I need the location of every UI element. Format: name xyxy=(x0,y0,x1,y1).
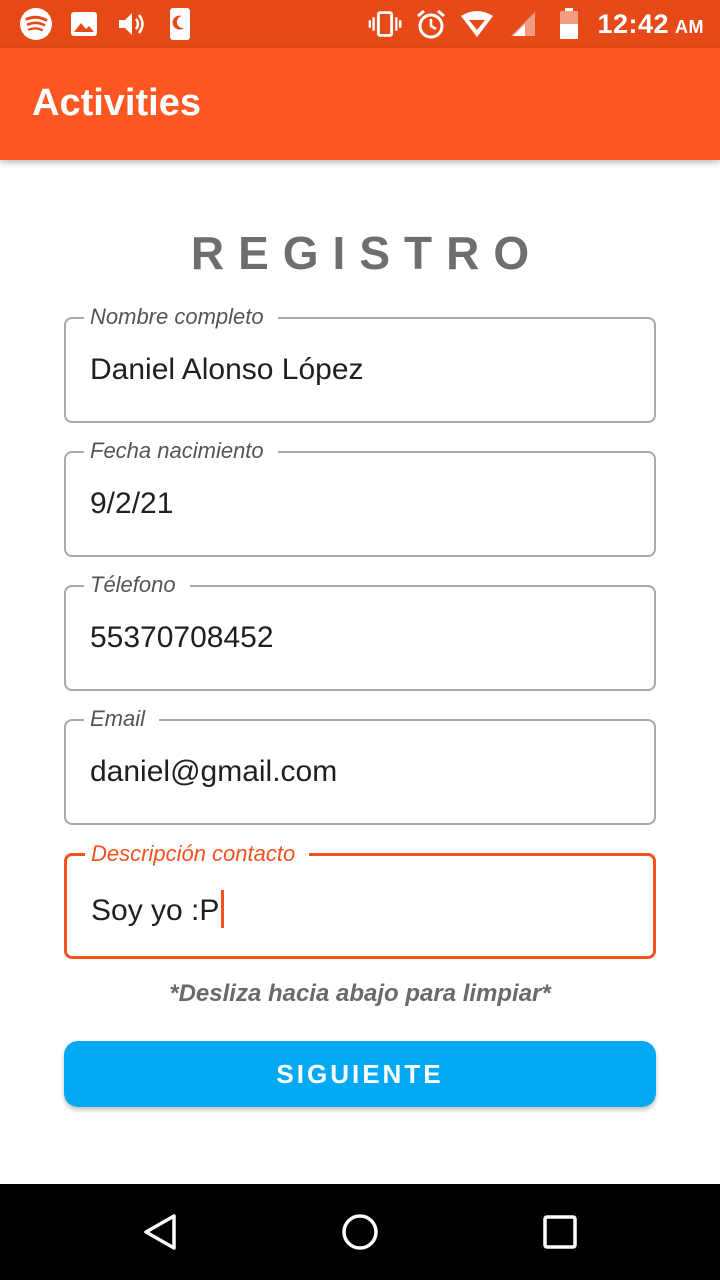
recents-icon[interactable] xyxy=(538,1210,582,1254)
text-cursor xyxy=(221,890,225,928)
status-time: 12:42 AM xyxy=(597,8,704,39)
vibrate-icon xyxy=(367,6,403,42)
navigation-bar xyxy=(0,1184,720,1280)
next-button[interactable]: SIGUIENTE xyxy=(64,1041,656,1107)
phone-field[interactable]: Télefono 55370708452 xyxy=(64,572,656,691)
contact-description-input[interactable]: Soy yo :P xyxy=(91,890,225,928)
email-label: Email xyxy=(84,706,160,732)
email-value[interactable]: daniel@gmail.com xyxy=(90,755,337,789)
signal-icon xyxy=(505,6,541,42)
home-icon[interactable] xyxy=(338,1210,382,1254)
app-title: Activities xyxy=(32,82,201,124)
night-mode-icon xyxy=(162,6,198,42)
alarm-icon xyxy=(413,6,449,42)
wifi-icon xyxy=(459,6,495,42)
full-name-value[interactable]: Daniel Alonso López xyxy=(90,353,364,387)
swipe-hint: *Desliza hacia abajo para limpiar* xyxy=(169,980,551,1007)
back-icon[interactable] xyxy=(138,1210,182,1254)
email-field[interactable]: Email daniel@gmail.com xyxy=(64,706,656,825)
form-title: REGISTRO xyxy=(190,227,544,279)
full-name-field[interactable]: Nombre completo Daniel Alonso López xyxy=(64,304,656,423)
birth-date-label: Fecha nacimiento xyxy=(84,438,278,464)
contact-description-value: Soy yo :P xyxy=(91,894,220,927)
phone-label: Télefono xyxy=(84,572,190,598)
app-bar: Activities xyxy=(0,48,720,160)
volume-icon xyxy=(114,6,150,42)
phone-value[interactable]: 55370708452 xyxy=(90,621,274,655)
status-bar-notifications xyxy=(18,6,198,42)
status-bar: 12:42 AM xyxy=(0,0,720,48)
image-icon xyxy=(66,6,102,42)
full-name-label: Nombre completo xyxy=(84,304,278,330)
status-bar-system: 12:42 AM xyxy=(367,6,704,42)
birth-date-value[interactable]: 9/2/21 xyxy=(90,487,173,521)
contact-description-label: Descripción contacto xyxy=(85,841,310,867)
contact-description-field[interactable]: Descripción contacto Soy yo :P xyxy=(64,841,656,959)
birth-date-field[interactable]: Fecha nacimiento 9/2/21 xyxy=(64,438,656,557)
battery-icon xyxy=(551,6,587,42)
spotify-icon xyxy=(18,6,54,42)
